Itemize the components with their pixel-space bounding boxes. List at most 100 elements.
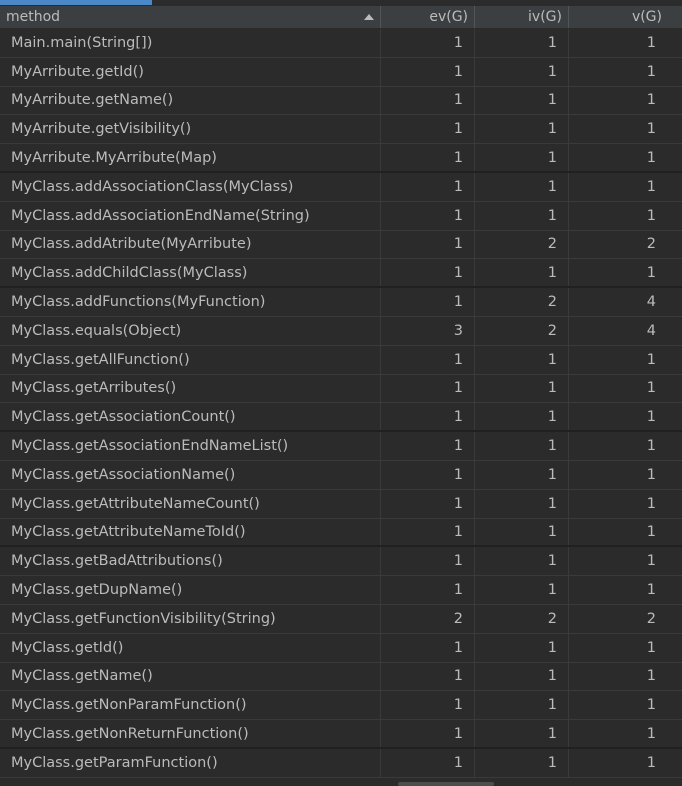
v-cell: 1	[646, 668, 656, 685]
v-cell: 1	[646, 92, 656, 109]
iv-cell: 1	[475, 489, 569, 518]
table-row[interactable]: MyArribute.getId() 1 1 1	[0, 57, 682, 87]
v-cell: 1	[646, 121, 656, 138]
ev-cell: 1	[381, 115, 475, 144]
ev-cell: 1	[381, 172, 475, 201]
iv-cell: 1	[475, 432, 569, 460]
v-cell: 1	[646, 149, 656, 166]
iv-cell: 1	[475, 144, 569, 171]
column-header-method[interactable]: method	[0, 6, 381, 28]
table-row[interactable]: MyClass.addAtribute(MyArribute) 1 2 2	[0, 230, 682, 260]
table-row[interactable]: MyArribute.getName() 1 1 1	[0, 86, 682, 116]
method-cell: MyClass.getAssociationName()	[0, 460, 381, 489]
iv-cell: 1	[475, 576, 569, 604]
table-row[interactable]: MyArribute.MyArribute(Map) 1 1 1	[0, 144, 682, 173]
iv-cell: 1	[475, 172, 569, 201]
table-row[interactable]: MyClass.getAttributeNameCount() 1 1 1	[0, 489, 682, 519]
column-header-iv-label: iv(G)	[528, 9, 562, 25]
ev-cell: 1	[381, 633, 475, 662]
table-row[interactable]: MyClass.getAllFunction() 1 1 1	[0, 345, 682, 375]
iv-cell: 1	[475, 691, 569, 720]
metrics-panel: method ev(G) iv(G) v(G) Main.main(String…	[0, 0, 682, 786]
v-cell: 1	[646, 754, 656, 771]
column-header-iv[interactable]: iv(G)	[475, 6, 569, 28]
column-header-ev[interactable]: ev(G)	[381, 6, 475, 28]
v-cell: 1	[646, 697, 656, 714]
column-header-method-label: method	[6, 9, 61, 25]
table-row[interactable]: MyClass.addChildClass(MyClass) 1 1 1	[0, 259, 682, 289]
table-row[interactable]: MyClass.addFunctions(MyFunction) 1 2 4	[0, 288, 682, 317]
ev-cell: 1	[381, 259, 475, 287]
method-cell: MyClass.addChildClass(MyClass)	[0, 259, 381, 287]
v-cell: 4	[646, 294, 656, 311]
v-cell: 2	[646, 610, 656, 627]
iv-cell: 1	[475, 29, 569, 57]
ev-cell: 1	[381, 403, 475, 431]
ev-cell: 1	[381, 691, 475, 720]
v-cell: 1	[646, 63, 656, 80]
column-header-v[interactable]: v(G)	[569, 6, 682, 28]
ev-cell: 1	[381, 230, 475, 259]
table-row[interactable]: MyArribute.getVisibility() 1 1 1	[0, 115, 682, 145]
v-cell: 1	[646, 495, 656, 512]
iv-cell: 1	[475, 403, 569, 431]
table-row[interactable]: MyClass.addAssociationClass(MyClass) 1 1 1	[0, 172, 682, 202]
iv-cell: 2	[475, 288, 569, 316]
ev-cell: 1	[381, 748, 475, 777]
ev-cell: 1	[381, 720, 475, 747]
table-body: Main.main(String[]) 1 1 1 MyArribute.getId()…	[0, 29, 682, 778]
v-cell: 1	[646, 523, 656, 540]
v-cell: 1	[646, 582, 656, 599]
table-row[interactable]: MyClass.getAttributeNameToId() 1 1 1	[0, 518, 682, 548]
table-row[interactable]: MyClass.getNonParamFunction() 1 1 1	[0, 691, 682, 721]
v-cell: 2	[646, 236, 656, 253]
table-row[interactable]: MyClass.getBadAttributions() 1 1 1	[0, 547, 682, 577]
table-row[interactable]: MyClass.getFunctionVisibility(String) 2 2 2	[0, 604, 682, 634]
table-row[interactable]: MyClass.getArributes() 1 1 1	[0, 374, 682, 404]
iv-cell: 1	[475, 345, 569, 374]
table-row[interactable]: MyClass.equals(Object) 3 2 4	[0, 316, 682, 346]
method-cell: MyClass.getFunctionVisibility(String)	[0, 604, 381, 633]
ev-cell: 1	[381, 86, 475, 115]
horizontal-scrollbar-thumb[interactable]	[398, 782, 494, 786]
iv-cell: 1	[475, 86, 569, 115]
ev-cell: 1	[381, 374, 475, 403]
table-row[interactable]: MyClass.getId() 1 1 1	[0, 633, 682, 663]
iv-cell: 1	[475, 460, 569, 489]
table-row[interactable]: MyClass.getAssociationEndNameList() 1 1 1	[0, 432, 682, 461]
table-row[interactable]: MyClass.addAssociationEndName(String) 1 1 1	[0, 201, 682, 231]
iv-cell: 1	[475, 57, 569, 86]
table-row[interactable]: MyClass.getAssociationCount() 1 1 1	[0, 403, 682, 433]
method-cell: MyArribute.MyArribute(Map)	[0, 144, 381, 171]
v-cell: 1	[646, 725, 656, 742]
iv-cell: 2	[475, 230, 569, 259]
method-cell: MyClass.getAllFunction()	[0, 345, 381, 374]
iv-cell: 1	[475, 518, 569, 546]
iv-cell: 2	[475, 604, 569, 633]
method-cell: MyClass.getAttributeNameToId()	[0, 518, 381, 546]
method-cell: MyClass.getParamFunction()	[0, 748, 381, 777]
method-cell: MyClass.getNonReturnFunction()	[0, 720, 381, 747]
ev-cell: 1	[381, 201, 475, 230]
vertical-scrollbar[interactable]	[674, 29, 682, 786]
method-cell: MyClass.getName()	[0, 662, 381, 691]
table-row[interactable]: MyClass.getNonReturnFunction() 1 1 1	[0, 720, 682, 749]
table-row[interactable]: Main.main(String[]) 1 1 1	[0, 29, 682, 58]
column-header-v-label: v(G)	[631, 9, 662, 25]
v-cell: 1	[646, 351, 656, 368]
method-cell: MyClass.getId()	[0, 633, 381, 662]
ev-cell: 1	[381, 144, 475, 171]
table-row[interactable]: MyClass.getDupName() 1 1 1	[0, 576, 682, 605]
v-cell: 1	[646, 466, 656, 483]
method-cell: MyClass.addFunctions(MyFunction)	[0, 288, 381, 316]
table-row[interactable]: MyClass.getParamFunction() 1 1 1	[0, 748, 682, 778]
v-cell: 1	[646, 553, 656, 570]
method-cell: MyClass.getAttributeNameCount()	[0, 489, 381, 518]
ev-cell: 1	[381, 29, 475, 57]
method-cell: MyClass.getBadAttributions()	[0, 547, 381, 576]
sort-ascending-icon[interactable]	[364, 14, 374, 20]
table-row[interactable]: MyClass.getAssociationName() 1 1 1	[0, 460, 682, 490]
iv-cell: 1	[475, 633, 569, 662]
table-row[interactable]: MyClass.getName() 1 1 1	[0, 662, 682, 692]
method-cell: MyClass.getAssociationEndNameList()	[0, 432, 381, 460]
